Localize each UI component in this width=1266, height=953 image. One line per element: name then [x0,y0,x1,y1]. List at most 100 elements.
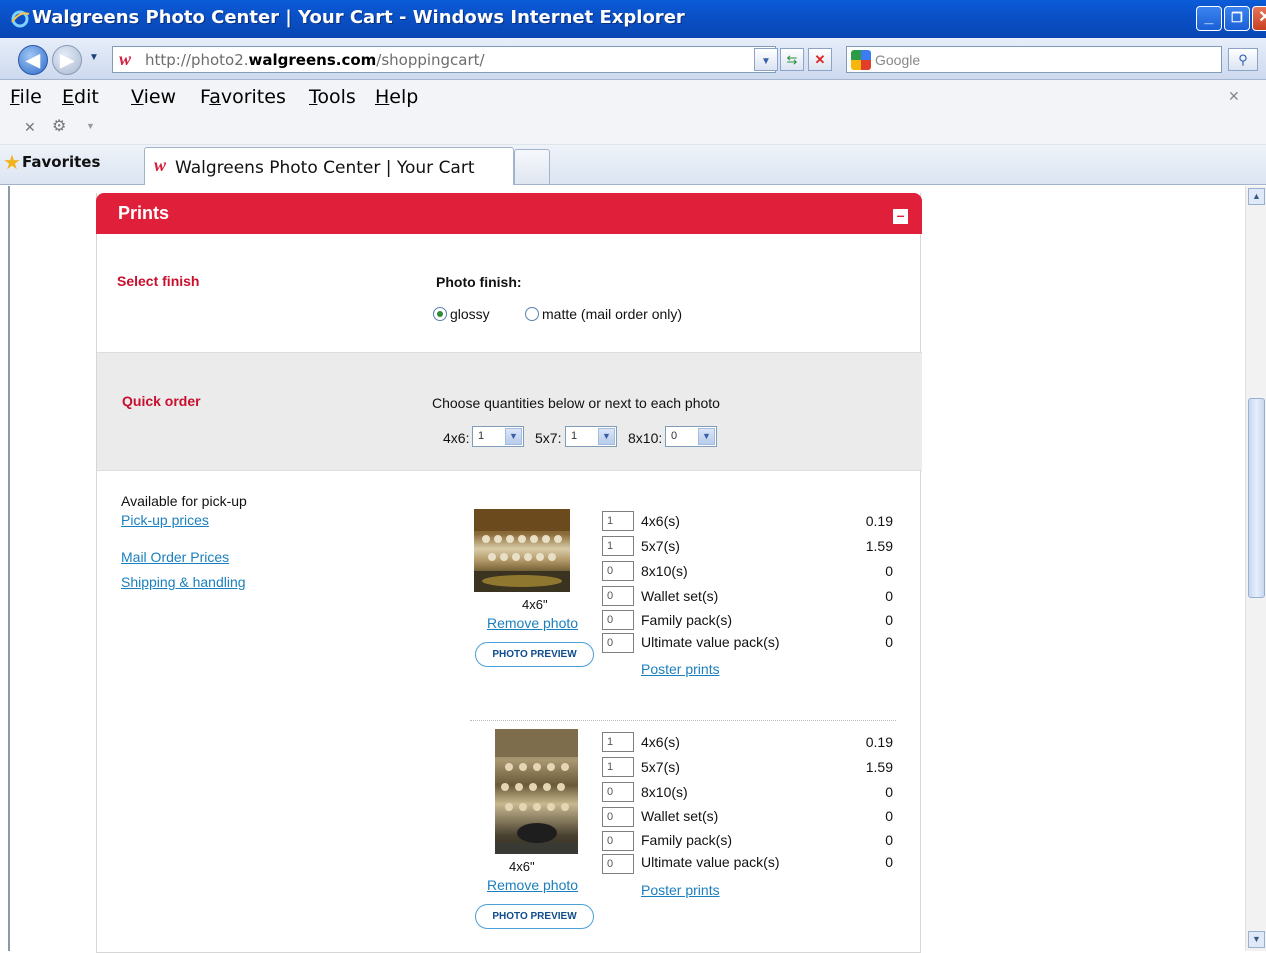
forward-arrow-icon: ▶ [60,50,74,70]
qty-ultimate-input[interactable]: 0 [602,854,634,874]
item-price-5x7: 1.59 [865,759,893,775]
item-price-4x6: 0.19 [865,513,893,529]
quick-5x7-select[interactable]: 1 ▼ [565,426,617,447]
item-label-8x10: 8x10(s) [641,784,688,800]
team-photo-image [474,509,570,592]
item-price-wallet: 0 [885,808,893,824]
matte-radio[interactable] [525,307,539,321]
qty-5x7-input[interactable]: 1 [602,757,634,777]
availability-text: Available for pick-up [121,493,247,509]
toolbar-options-icon[interactable]: ⚙ [52,116,66,136]
qty-4x6-input[interactable]: 1 [602,732,634,752]
remove-photo-link[interactable]: Remove photo [487,877,578,893]
quick-5x7-label: 5x7: [535,430,562,446]
star-icon: ★ [3,152,21,174]
item-label-family: Family pack(s) [641,612,733,628]
matte-label: matte (mail order only) [542,306,683,322]
photo-preview-button[interactable]: PHOTO PREVIEW [475,642,594,667]
walgreens-favicon-icon: w [154,155,167,175]
team-photo-image [495,729,578,854]
search-input[interactable]: Google [846,46,1222,73]
menu-bar: File Edit View Favorites Tools Help ✕ [0,80,1266,112]
tab-title: Walgreens Photo Center | Your Cart [175,158,475,178]
qty-ultimate-input[interactable]: 0 [602,633,634,653]
chevron-down-icon[interactable]: ▼ [86,121,95,131]
forward-button[interactable]: ▶ [52,45,82,75]
address-dropdown-button[interactable]: ▼ [754,48,778,71]
scroll-down-arrow-icon[interactable]: ▼ [1248,931,1265,948]
item-label-wallet: Wallet set(s) [641,588,719,604]
photo-preview-button[interactable]: PHOTO PREVIEW [475,904,594,929]
item-price-family: 0 [885,612,893,628]
quick-5x7-value: 1 [571,430,578,442]
remove-photo-link[interactable]: Remove photo [487,615,578,631]
maximize-button[interactable]: ❐ [1224,6,1250,31]
qty-family-input[interactable]: 0 [602,610,634,630]
qty-wallet-input[interactable]: 0 [602,586,634,606]
photo-finish-label: Photo finish: [436,274,522,290]
quick-8x10-select[interactable]: 0 ▼ [665,426,717,447]
back-button[interactable]: ◀ [18,45,48,75]
qty-wallet-input[interactable]: 0 [602,807,634,827]
minimize-button[interactable]: _ [1196,6,1222,31]
refresh-button[interactable]: ⇆ [780,48,804,71]
qty-4x6-input[interactable]: 1 [602,511,634,531]
poster-prints-link[interactable]: Poster prints [641,661,720,677]
menu-favorites[interactable]: Favorites [200,86,286,108]
poster-prints-link[interactable]: Poster prints [641,882,720,898]
photo-divider [470,720,896,721]
qty-8x10-input[interactable]: 0 [602,561,634,581]
menu-help[interactable]: Help [375,86,418,108]
menu-tools[interactable]: Tools [309,86,356,108]
chevron-down-icon: ▼ [505,428,522,445]
page-viewport: Prints – Select finish Photo finish: glo… [0,186,1266,953]
favorites-button[interactable]: Favorites [22,153,100,171]
vertical-scrollbar[interactable]: ▲ ▼ [1245,186,1266,951]
photo-thumbnail[interactable] [495,729,578,854]
recent-pages-dropdown-icon[interactable]: ▼ [89,52,99,63]
item-price-8x10: 0 [885,784,893,800]
address-field[interactable]: w http://photo2.walgreens.com/shoppingca… [112,46,776,73]
qty-family-input[interactable]: 0 [602,831,634,851]
menu-edit[interactable]: Edit [62,86,99,108]
item-price-wallet: 0 [885,588,893,604]
glossy-radio[interactable] [433,307,447,321]
glossy-label: glossy [450,306,490,322]
pickup-prices-link[interactable]: Pick-up prices [121,512,209,528]
back-arrow-icon: ◀ [26,50,40,70]
item-label-family: Family pack(s) [641,832,733,848]
qty-8x10-input[interactable]: 0 [602,782,634,802]
scrollbar-thumb[interactable] [1248,398,1265,598]
prints-panel: Prints – Select finish Photo finish: glo… [96,193,922,953]
tab-walgreens-cart[interactable]: w Walgreens Photo Center | Your Cart [144,147,514,185]
search-button[interactable]: ⚲ [1228,48,1258,71]
finish-option-glossy[interactable]: glossy [433,306,490,322]
prints-panel-header: Prints – [96,193,922,234]
item-label-5x7: 5x7(s) [641,759,680,775]
close-window-button[interactable]: ✕ [1252,6,1266,31]
command-toolbar: ✕ ⚙ ▼ [0,112,1266,145]
chevron-down-icon: ▼ [761,56,771,67]
mail-order-prices-link[interactable]: Mail Order Prices [121,549,229,565]
shipping-handling-link[interactable]: Shipping & handling [121,574,246,590]
walgreens-favicon-icon: w [119,49,132,69]
finish-option-matte[interactable]: matte (mail order only) [525,306,682,322]
menu-view[interactable]: View [131,86,176,108]
quick-4x6-select[interactable]: 1 ▼ [472,426,524,447]
select-finish-heading: Select finish [117,273,200,289]
photo-thumbnail[interactable] [474,509,570,592]
quick-4x6-value: 1 [478,430,485,442]
quick-8x10-value: 0 [671,430,678,442]
item-price-4x6: 0.19 [865,734,893,750]
item-label-ultimate: Ultimate value pack(s) [641,634,780,650]
close-toolbar-icon[interactable]: ✕ [1228,88,1240,105]
collapse-panel-button[interactable]: – [893,208,908,224]
menu-file[interactable]: File [10,86,42,108]
item-label-5x7: 5x7(s) [641,538,680,554]
stop-button[interactable]: ✕ [808,48,832,71]
qty-5x7-input[interactable]: 1 [602,536,634,556]
close-icon[interactable]: ✕ [24,119,36,136]
page-left-border [8,186,10,951]
new-tab-button[interactable] [514,149,550,185]
scroll-up-arrow-icon[interactable]: ▲ [1248,188,1265,205]
